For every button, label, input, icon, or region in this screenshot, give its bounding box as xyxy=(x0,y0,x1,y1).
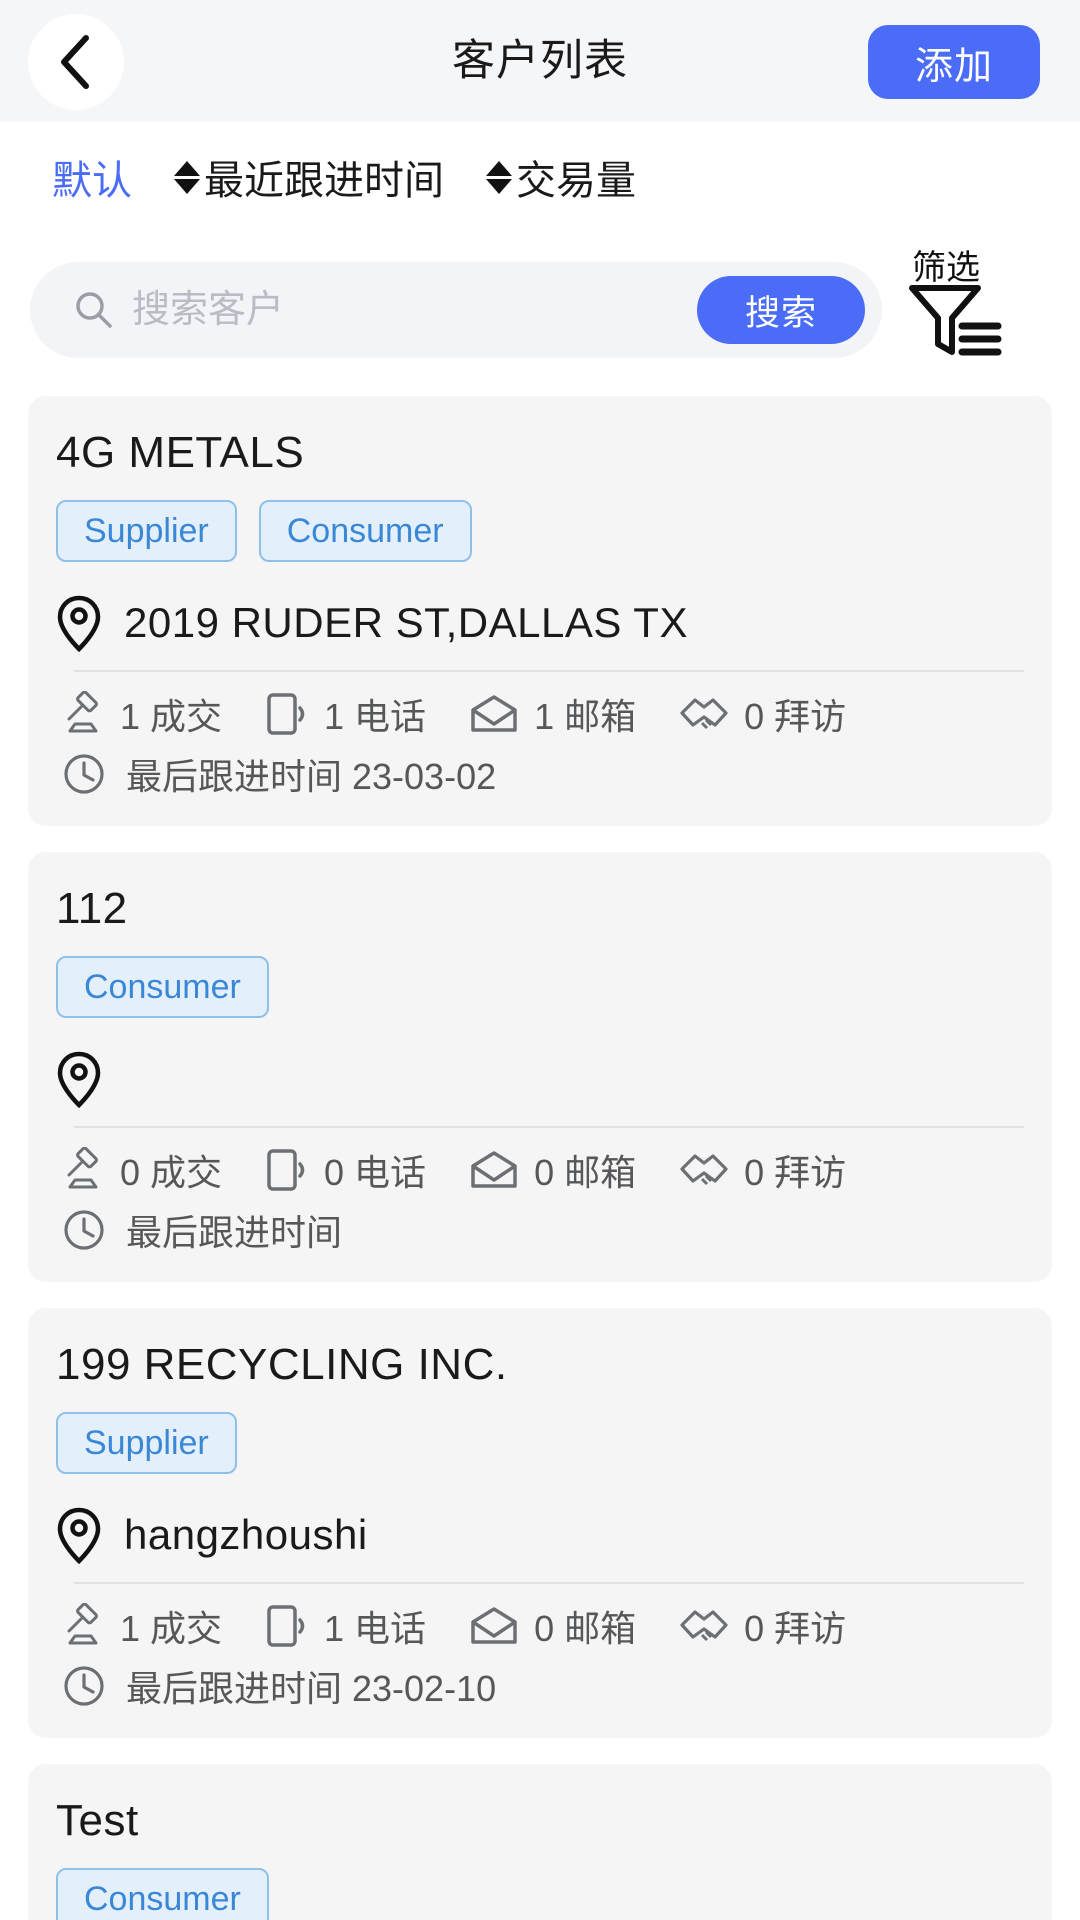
clock-icon xyxy=(60,750,108,798)
metric-phone: 1 电话 xyxy=(264,688,426,740)
envelope-icon xyxy=(468,692,520,736)
metric-deals: 0 成交 xyxy=(60,1144,222,1196)
customer-address: hangzhoushi xyxy=(124,1511,368,1558)
envelope-icon xyxy=(468,1604,520,1648)
clock-icon xyxy=(60,1206,108,1254)
sort-tab-bar: 默认 最近跟进时间 交易量 xyxy=(0,122,1080,232)
customer-followup-text: 最后跟进时间 23-02-10 xyxy=(126,1668,497,1709)
metric-email-text: 0 邮箱 xyxy=(534,1608,637,1649)
phone-icon xyxy=(264,1601,310,1651)
metric-visit-text: 0 拜访 xyxy=(744,1152,847,1193)
filter-button[interactable]: 筛选 xyxy=(894,246,1022,374)
metric-visit-text: 0 拜访 xyxy=(744,696,847,737)
customer-card[interactable]: 112 Consumer 0 成交 0 电话 0 邮箱 0 拜访 最后跟进时间 xyxy=(28,852,1052,1282)
sort-tab-recent-followup-label: 最近跟进时间 xyxy=(204,159,444,203)
customer-tag[interactable]: Supplier xyxy=(56,500,237,562)
add-customer-button[interactable]: 添加 xyxy=(868,25,1040,99)
search-submit-button[interactable]: 搜索 xyxy=(697,276,865,344)
customer-tags: Consumer xyxy=(56,956,1024,1018)
customer-followup-text: 最后跟进时间 xyxy=(126,1212,343,1253)
filter-label: 筛选 xyxy=(912,249,980,287)
card-divider xyxy=(74,1126,1024,1128)
card-divider xyxy=(74,670,1024,672)
sort-tab-default[interactable]: 默认 xyxy=(52,148,132,206)
metric-deals-text: 1 成交 xyxy=(120,1608,223,1649)
metric-visit: 0 拜访 xyxy=(678,688,846,740)
customer-tag[interactable]: Consumer xyxy=(56,956,269,1018)
sort-arrows-icon xyxy=(174,160,200,194)
clock-icon xyxy=(60,1662,108,1710)
customer-card[interactable]: 199 RECYCLING INC. Supplier hangzhoushi xyxy=(28,1308,1052,1738)
metric-phone-text: 0 电话 xyxy=(324,1152,427,1193)
location-pin-icon xyxy=(56,1050,102,1108)
customer-tag[interactable]: Consumer xyxy=(56,1868,269,1920)
customer-followup-text: 最后跟进时间 23-03-02 xyxy=(126,756,497,797)
customer-address-row xyxy=(56,1044,1024,1114)
app-header: 客户列表 添加 xyxy=(0,0,1080,122)
gavel-icon xyxy=(60,1147,106,1193)
card-divider xyxy=(74,1582,1024,1584)
customer-address-row: 2019 RUDER ST,DALLAS TX xyxy=(56,588,1024,658)
customer-tag[interactable]: Supplier xyxy=(56,1412,237,1474)
metric-phone: 0 电话 xyxy=(264,1144,426,1196)
customer-followup: 最后跟进时间 23-03-02 xyxy=(56,748,1024,800)
customer-address-row: hangzhoushi xyxy=(56,1500,1024,1570)
phone-icon xyxy=(264,689,310,739)
customer-tags: Supplier xyxy=(56,1412,1024,1474)
metric-deals-text: 0 成交 xyxy=(120,1152,223,1193)
metric-visit: 0 拜访 xyxy=(678,1144,846,1196)
customer-followup: 最后跟进时间 23-02-10 xyxy=(56,1660,1024,1712)
metric-deals: 1 成交 xyxy=(60,688,222,740)
metric-email: 1 邮箱 xyxy=(468,688,636,740)
metric-phone-text: 1 电话 xyxy=(324,1608,427,1649)
handshake-icon xyxy=(678,1147,730,1193)
sort-arrows-icon xyxy=(486,160,512,194)
customer-metrics: 1 成交 1 电话 1 邮箱 0 拜访 xyxy=(56,688,1024,740)
phone-icon xyxy=(264,1145,310,1195)
metric-email-text: 1 邮箱 xyxy=(534,696,637,737)
metric-email: 0 邮箱 xyxy=(468,1600,636,1652)
customer-card[interactable]: Test Consumer xyxy=(28,1764,1052,1920)
metric-email-text: 0 邮箱 xyxy=(534,1152,637,1193)
location-pin-icon xyxy=(56,1506,102,1564)
customer-followup: 最后跟进时间 xyxy=(56,1204,1024,1256)
customer-metrics: 0 成交 0 电话 0 邮箱 0 拜访 xyxy=(56,1144,1024,1196)
location-pin-icon xyxy=(56,594,102,652)
gavel-icon xyxy=(60,691,106,737)
customer-name: 112 xyxy=(56,884,128,933)
customer-tag[interactable]: Consumer xyxy=(258,500,472,562)
metric-phone: 1 电话 xyxy=(264,1600,426,1652)
customer-address: 2019 RUDER ST,DALLAS TX xyxy=(124,599,688,646)
customer-name: Test xyxy=(56,1796,139,1845)
customer-tags: Supplier Consumer xyxy=(56,500,1024,562)
customer-list: 4G METALS Supplier Consumer 2019 RUDER S… xyxy=(0,396,1080,1920)
handshake-icon xyxy=(678,1603,730,1649)
sort-tab-default-label: 默认 xyxy=(52,159,132,203)
customer-metrics: 1 成交 1 电话 0 邮箱 0 拜访 xyxy=(56,1600,1024,1652)
envelope-icon xyxy=(468,1148,520,1192)
metric-visit: 0 拜访 xyxy=(678,1600,846,1652)
metric-email: 0 邮箱 xyxy=(468,1144,636,1196)
metric-phone-text: 1 电话 xyxy=(324,696,427,737)
search-icon xyxy=(72,288,116,332)
search-box: 搜索 xyxy=(30,262,882,358)
handshake-icon xyxy=(678,691,730,737)
sort-tab-transaction-volume[interactable]: 交易量 xyxy=(486,148,636,206)
sort-tab-transaction-volume-label: 交易量 xyxy=(516,159,636,203)
gavel-icon xyxy=(60,1603,106,1649)
metric-visit-text: 0 拜访 xyxy=(744,1608,847,1649)
customer-tags: Consumer xyxy=(56,1868,1024,1920)
sort-tab-recent-followup[interactable]: 最近跟进时间 xyxy=(174,148,444,206)
customer-card[interactable]: 4G METALS Supplier Consumer 2019 RUDER S… xyxy=(28,396,1052,826)
customer-name: 4G METALS xyxy=(56,428,305,477)
metric-deals: 1 成交 xyxy=(60,1600,222,1652)
customer-name: 199 RECYCLING INC. xyxy=(56,1340,508,1389)
metric-deals-text: 1 成交 xyxy=(120,696,223,737)
search-row: 搜索 筛选 xyxy=(0,232,1080,396)
